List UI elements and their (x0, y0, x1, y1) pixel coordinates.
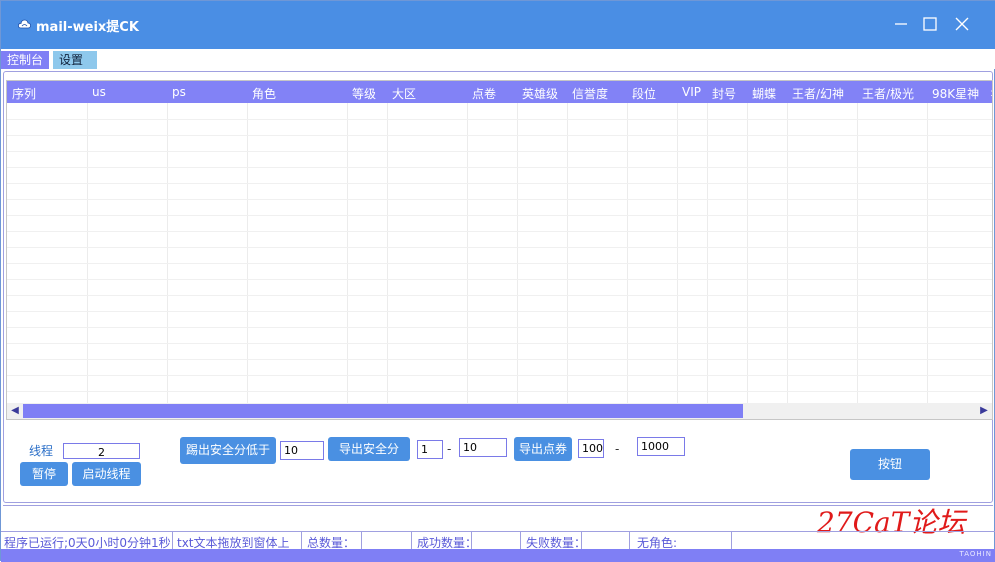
scroll-left-icon[interactable]: ◀ (7, 403, 23, 419)
app-window: mail-weix提CK 控制台 设置 序列 us ps 角色 等级 大区 点卷… (0, 0, 995, 562)
grid-row-line (7, 391, 992, 392)
column-header[interactable]: ± (990, 85, 992, 99)
grid-row-line (7, 375, 992, 376)
pause-button[interactable]: 暂停 (20, 462, 68, 486)
kick-low-score-button[interactable]: 踢出安全分低于 (180, 437, 276, 464)
grid-header: 序列 us ps 角色 等级 大区 点卷 英雄级 信誉度 段位 VIP 封号 蝴… (7, 81, 992, 103)
grid-row-line (7, 343, 992, 344)
status-divider (581, 532, 582, 550)
column-header[interactable]: us (92, 85, 106, 99)
status-divider (471, 532, 472, 550)
column-header[interactable]: 王者/极光 (862, 85, 914, 102)
grid-row-line (7, 135, 992, 136)
status-divider (520, 532, 521, 550)
points-from-input[interactable]: 100 (578, 439, 604, 458)
grid-row-line (7, 167, 992, 168)
start-thread-button[interactable]: 启动线程 (72, 462, 141, 486)
points-dash: - (615, 442, 620, 456)
range-dash: - (447, 442, 452, 456)
column-header[interactable]: ps (172, 85, 186, 99)
column-header[interactable]: 蝴蝶 (752, 85, 776, 102)
column-header[interactable]: 封号 (712, 85, 736, 102)
horizontal-scrollbar[interactable]: ◀ ▶ (7, 403, 992, 419)
window-title: mail-weix提CK (36, 20, 139, 35)
title-bar[interactable]: mail-weix提CK (1, 1, 995, 49)
column-header[interactable]: 段位 (632, 85, 656, 102)
grid-row-line (7, 279, 992, 280)
grid-row-line (7, 311, 992, 312)
column-header[interactable]: 角色 (252, 85, 276, 102)
status-bar: 程序已运行;0天0小时0分钟1秒 txt文本拖放到窗体上 总数量： 成功数量： … (1, 531, 995, 550)
grid-row-line (7, 119, 992, 120)
grid-row-line (7, 215, 992, 216)
status-divider (731, 532, 732, 550)
grid-row-line (7, 231, 992, 232)
grid-row-line (7, 295, 992, 296)
status-divider (629, 532, 630, 550)
thread-label: 线程 (29, 444, 54, 458)
scroll-right-icon[interactable]: ▶ (976, 403, 992, 419)
status-divider (361, 532, 362, 550)
data-grid[interactable]: 序列 us ps 角色 等级 大区 点卷 英雄级 信誉度 段位 VIP 封号 蝴… (6, 80, 993, 420)
column-header[interactable]: 英雄级 (522, 85, 558, 102)
grid-row-line (7, 263, 992, 264)
column-header[interactable]: VIP (682, 85, 701, 99)
cloud-app-icon (18, 19, 31, 29)
bottom-strip: TAOHIN (1, 549, 995, 562)
status-divider (172, 532, 173, 550)
column-header[interactable]: 信誉度 (572, 85, 608, 102)
grid-row-line (7, 247, 992, 248)
grid-row-line (7, 199, 992, 200)
brand-label: TAOHIN (959, 550, 992, 558)
grid-row-line (7, 359, 992, 360)
points-to-input[interactable]: 1000 (637, 437, 685, 456)
tab-settings[interactable]: 设置 (53, 51, 97, 69)
range-from-input[interactable]: 1 (417, 440, 443, 459)
close-icon[interactable] (953, 15, 971, 33)
status-divider (301, 532, 302, 550)
column-header[interactable]: 98K星神 (932, 85, 979, 102)
grid-row-line (7, 151, 992, 152)
kick-threshold-input[interactable]: 10 (280, 441, 324, 460)
tab-console[interactable]: 控制台 (1, 51, 50, 69)
grid-row-line (7, 183, 992, 184)
grid-row-line (7, 327, 992, 328)
column-header[interactable]: 点卷 (472, 85, 496, 102)
export-points-button[interactable]: 导出点券 (514, 437, 572, 461)
status-divider (411, 532, 412, 550)
column-header[interactable]: 王者/幻神 (792, 85, 844, 102)
maximize-icon[interactable] (921, 15, 939, 33)
range-to-input[interactable]: 10 (459, 438, 507, 457)
scrollbar-thumb[interactable] (23, 404, 743, 418)
export-safe-score-button[interactable]: 导出安全分 (328, 437, 410, 461)
thread-count-input[interactable]: 2 (63, 443, 140, 459)
minimize-icon[interactable] (892, 15, 910, 33)
generic-button[interactable]: 按钮 (850, 449, 930, 480)
column-header[interactable]: 序列 (12, 85, 36, 102)
column-header[interactable]: 大区 (392, 85, 416, 102)
menu-tabs: 控制台 设置 (1, 49, 995, 69)
column-header[interactable]: 等级 (352, 85, 376, 102)
